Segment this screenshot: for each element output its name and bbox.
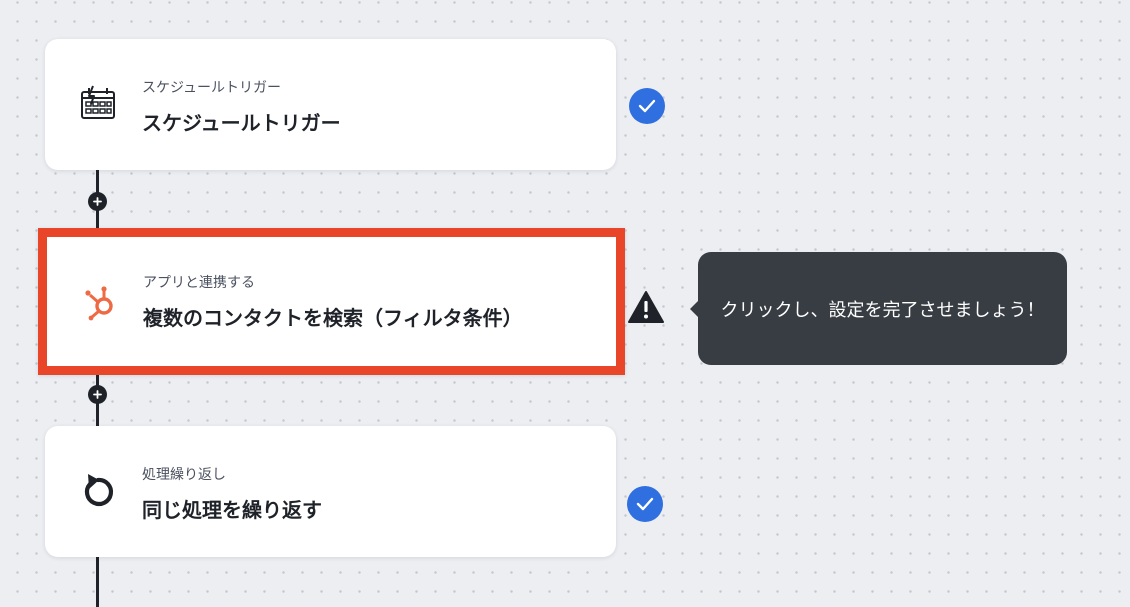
step-card-search-contacts[interactable]: アプリと連携する 複数のコンタクトを検索（フィルタ条件） [38, 228, 625, 375]
step-title: スケジュールトリガー [142, 111, 341, 135]
plus-icon [93, 197, 102, 206]
step-complete-check-icon [627, 486, 663, 522]
step-complete-check-icon [629, 88, 665, 124]
tooltip-arrow [690, 300, 699, 318]
warning-icon [627, 290, 665, 324]
setup-hint-tooltip: クリックし、設定を完了させましょう！ [690, 252, 1067, 365]
tooltip-text: クリックし、設定を完了させましょう！ [720, 299, 1045, 321]
add-step-button-2[interactable] [88, 385, 107, 404]
step-kind-label: アプリと連携する [143, 275, 255, 291]
step-card-repeat-process[interactable]: 処理繰り返し 同じ処理を繰り返す [45, 426, 616, 557]
step-card-schedule-trigger[interactable]: スケジュールトリガー スケジュールトリガー [45, 39, 616, 170]
schedule-calendar-icon [75, 81, 121, 127]
add-step-button-1[interactable] [88, 192, 107, 211]
step-title: 複数のコンタクトを検索（フィルタ条件） [143, 306, 523, 330]
plus-icon [93, 390, 102, 399]
hubspot-icon [78, 279, 124, 325]
repeat-arrow-icon [75, 468, 121, 514]
step-kind-label: 処理繰り返し [142, 467, 226, 483]
step-kind-label: スケジュールトリガー [142, 80, 282, 96]
step-title: 同じ処理を繰り返す [142, 498, 322, 522]
